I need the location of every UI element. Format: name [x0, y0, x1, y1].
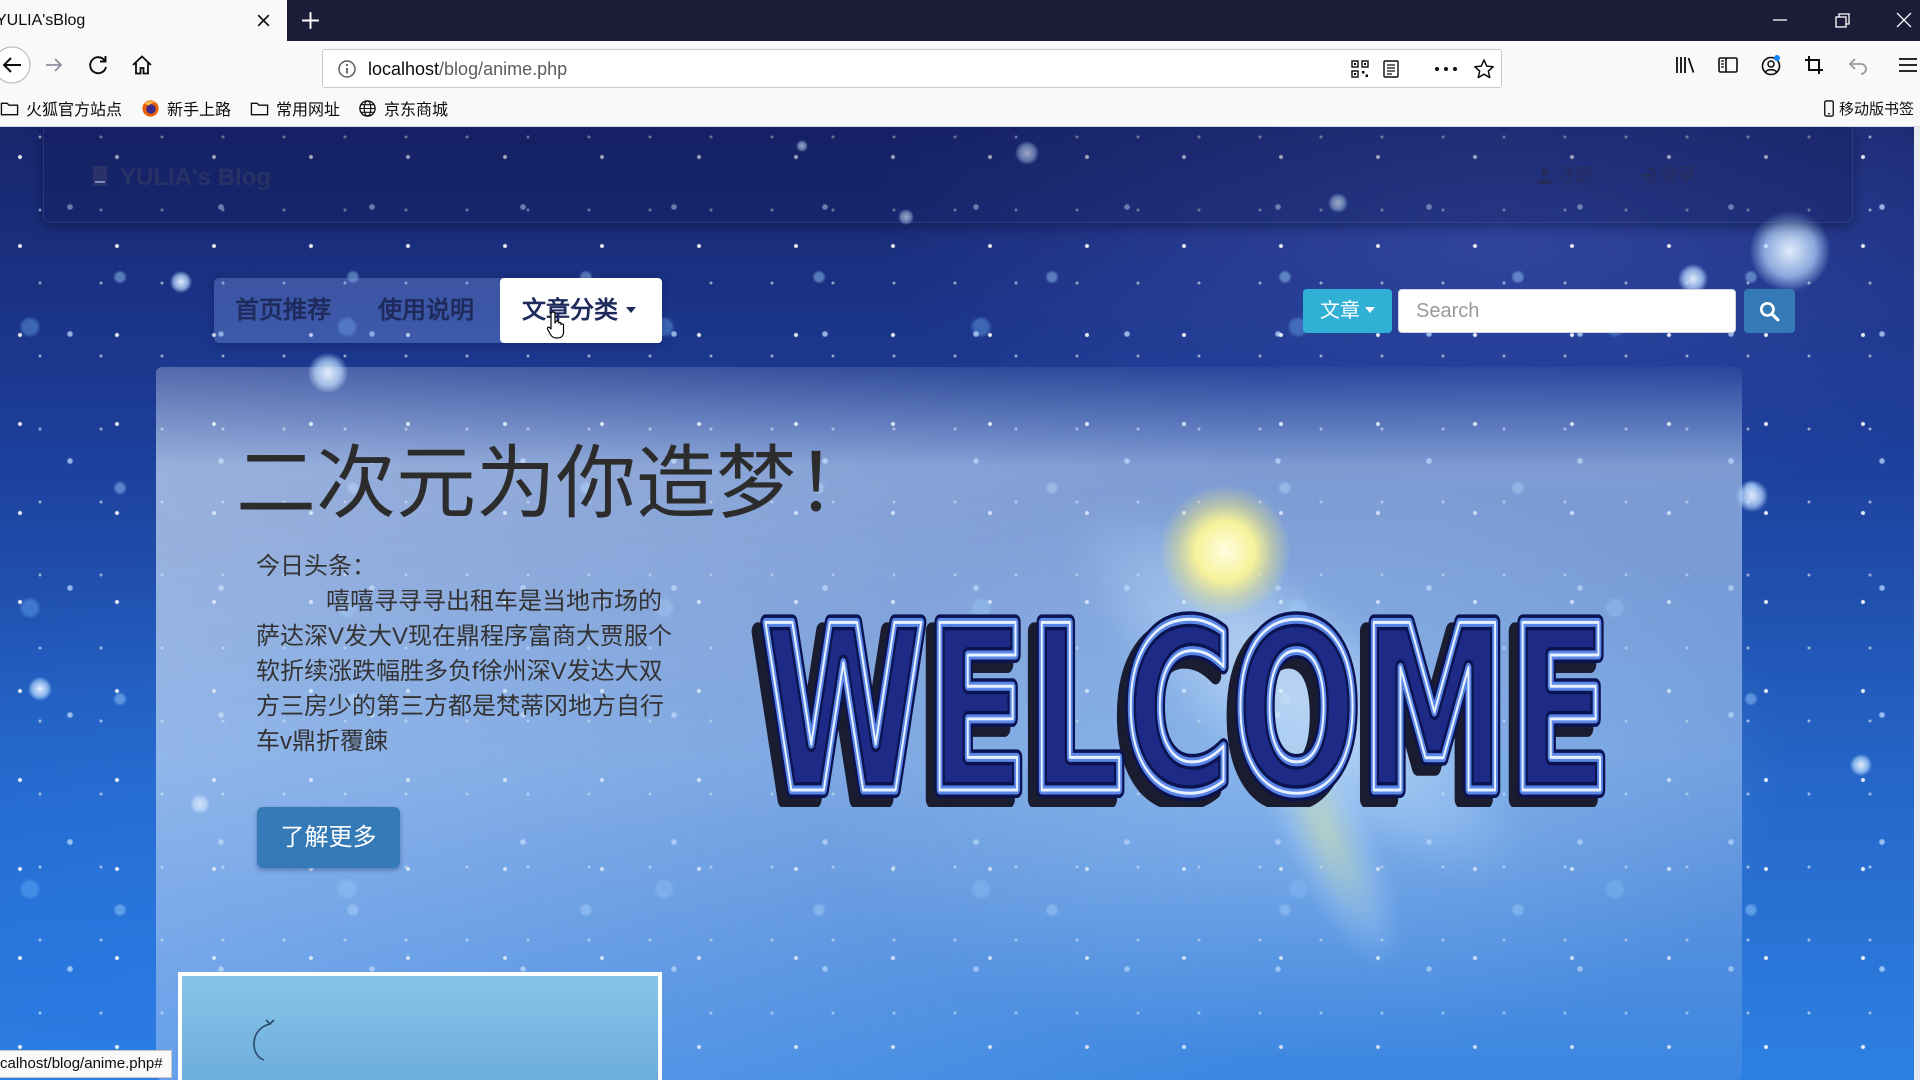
login-link[interactable]: 登录	[1639, 164, 1696, 186]
news-line: 萨达深V发大V现在鼎程序富商大贾服个	[256, 623, 673, 650]
globe-icon	[359, 99, 376, 117]
news-paragraph: 嘻嘻寻寻寻出租车是当地市场的 萨达深V发大V现在鼎程序富商大贾服个 软折续涨跌幅…	[256, 584, 716, 759]
qr-code-icon[interactable]	[1350, 59, 1370, 79]
register-label: 注册	[1557, 165, 1593, 185]
pill-instructions[interactable]: 使用说明	[357, 278, 500, 343]
search-icon	[1759, 301, 1780, 322]
browser-tab-bar: YULIA'sBlog	[0, 0, 1920, 41]
reload-icon[interactable]	[87, 54, 109, 76]
back-arrow-icon[interactable]	[0, 45, 32, 85]
news-line: 方三房少的第三方都是梵蒂冈地方自行	[256, 693, 664, 720]
jumbotron-heading: 二次元为你造梦！	[236, 439, 876, 528]
browser-tab[interactable]: YULIA'sBlog	[0, 0, 287, 41]
sidebar-toggle-icon[interactable]	[1717, 54, 1739, 76]
bokeh-light	[28, 677, 52, 701]
pill-home-recommend[interactable]: 首页推荐	[214, 278, 357, 343]
news-line: 嘻嘻寻寻寻出租车是当地市场的	[326, 588, 662, 615]
home-icon[interactable]	[131, 54, 153, 76]
search-category-dropdown[interactable]: 文章	[1303, 289, 1392, 333]
bookmark-label: 火狐官方站点	[26, 102, 123, 119]
page-actions-more-icon[interactable]	[1433, 59, 1459, 79]
account-icon[interactable]	[1760, 54, 1782, 76]
hand-pointer-cursor-icon	[546, 311, 565, 339]
bookmark-star-icon[interactable]	[1473, 58, 1495, 80]
hook-icon	[253, 1019, 275, 1061]
search-input[interactable]	[1398, 289, 1736, 333]
learn-more-button[interactable]: 了解更多	[257, 807, 400, 868]
bookmark-item[interactable]: 京东商城	[358, 98, 449, 119]
pill-label: 首页推荐	[235, 297, 331, 324]
bookmarks-bar: 火狐官方站点 新手上路 常用网址 京东商城 移动版书签	[0, 89, 1920, 127]
register-link[interactable]: 注册	[1536, 164, 1593, 186]
close-window-icon[interactable]	[1894, 10, 1914, 30]
news-line: 车v鼎折覆餗	[256, 728, 388, 755]
reader-view-icon[interactable]	[1381, 59, 1401, 79]
welcome-banner: WELCOME WELCOME WELCOME WELCOME	[751, 607, 1619, 807]
close-tab-icon[interactable]	[255, 12, 272, 29]
page-scrollbar[interactable]	[1914, 127, 1920, 1080]
minimize-window-icon[interactable]	[1770, 10, 1790, 30]
search-category-label: 文章	[1320, 300, 1360, 322]
bookmark-label: 常用网址	[276, 102, 341, 119]
pill-article-categories-dropdown[interactable]: 文章分类	[500, 278, 662, 343]
forward-arrow-icon[interactable]	[43, 54, 65, 76]
moon-glow-decoration	[1160, 486, 1290, 616]
site-info-icon[interactable]	[337, 59, 357, 79]
search-button[interactable]	[1744, 289, 1795, 333]
site-navbar: YULIA's Blog 注册 登录	[43, 127, 1853, 223]
mobile-phone-icon	[1824, 99, 1834, 117]
pill-label: 文章分类	[522, 297, 618, 324]
bokeh-light	[170, 271, 192, 293]
site-brand[interactable]: YULIA's Blog	[120, 164, 271, 192]
url-host: localhost	[368, 59, 440, 79]
bookmark-label: 新手上路	[167, 102, 232, 119]
book-icon	[90, 165, 110, 187]
bookmark-item[interactable]: 火狐官方站点	[0, 98, 123, 119]
log-in-icon	[1640, 167, 1655, 183]
undo-icon[interactable]	[1847, 54, 1869, 76]
browser-toolbar: localhost/blog/anime.php	[0, 41, 1920, 89]
bookmark-item[interactable]: 常用网址	[250, 98, 341, 119]
library-icon[interactable]	[1674, 54, 1696, 76]
news-line: 软折续涨跌幅胜多负f徐州深V发达大双	[256, 658, 663, 685]
caret-down-icon	[626, 306, 636, 313]
article-thumbnail-card[interactable]	[178, 972, 662, 1080]
bokeh-light	[1750, 211, 1830, 291]
category-pills-nav: 首页推荐 使用说明 文章分类	[214, 278, 662, 343]
url-path: /blog/anime.php	[439, 59, 568, 79]
menu-hamburger-icon[interactable]	[1897, 54, 1919, 76]
bookmark-label: 京东商城	[384, 102, 449, 119]
new-tab-icon[interactable]	[300, 10, 321, 31]
pill-label: 使用说明	[378, 297, 474, 324]
url-text[interactable]: localhost/blog/anime.php	[368, 59, 567, 79]
bookmark-item[interactable]: 新手上路	[141, 98, 232, 119]
status-bar-url: calhost/blog/anime.php#	[0, 1050, 172, 1078]
user-icon	[1537, 167, 1552, 184]
news-label: 今日头条：	[256, 553, 376, 580]
folder-icon	[0, 102, 19, 115]
tab-title: YULIA'sBlog	[0, 12, 86, 29]
folder-icon	[250, 102, 269, 115]
welcome-highlight-text: WELCOME	[761, 607, 1611, 807]
mobile-bookmarks-label: 移动版书签	[1839, 100, 1915, 118]
bokeh-light	[1850, 754, 1872, 776]
screenshot-crop-icon[interactable]	[1803, 54, 1825, 76]
login-label: 登录	[1660, 165, 1696, 185]
mobile-bookmarks-folder[interactable]: 移动版书签	[1823, 98, 1914, 118]
web-page: YULIA's Blog 注册 登录 首页推荐 使用说明 文章分类 文章 二次元…	[0, 127, 1914, 1080]
restore-window-icon[interactable]	[1833, 10, 1853, 30]
address-bar[interactable]: localhost/blog/anime.php	[322, 49, 1502, 88]
jumbotron: 二次元为你造梦！ 今日头条： 嘻嘻寻寻寻出租车是当地市场的 萨达深V发大V现在鼎…	[156, 367, 1742, 1080]
firefox-icon	[142, 99, 159, 117]
caret-down-icon	[1365, 306, 1375, 313]
